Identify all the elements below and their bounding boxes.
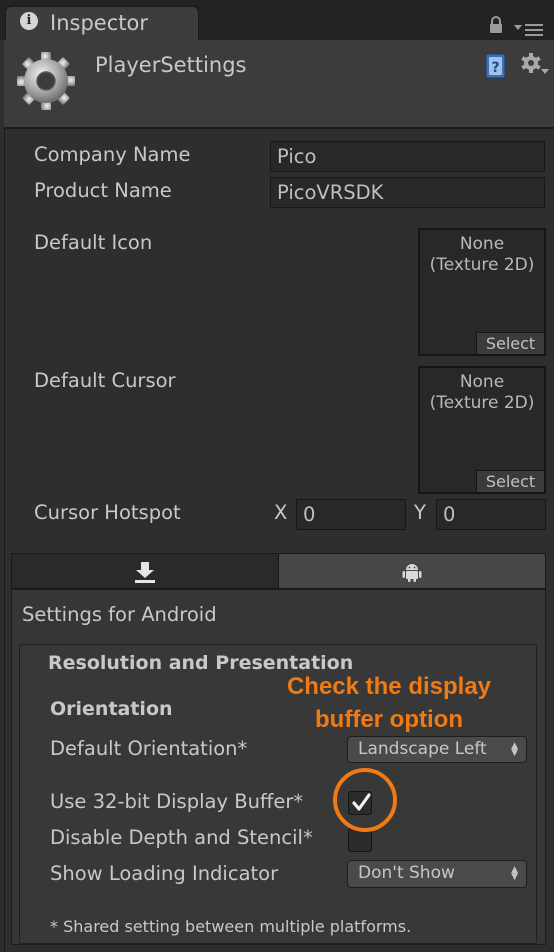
tab-menu-icon[interactable] <box>512 22 544 36</box>
orientation-header: Orientation <box>50 698 173 720</box>
gear-icon <box>17 52 75 110</box>
product-name-field[interactable]: PicoVRSDK <box>270 177 545 208</box>
platform-tab-android[interactable] <box>278 553 546 589</box>
cursor-hotspot-label: Cursor Hotspot <box>34 501 181 524</box>
default-cursor-label: Default Cursor <box>34 369 176 392</box>
default-icon-value-1: None <box>459 234 505 254</box>
disable-depth-stencil-label: Disable Depth and Stencil* <box>50 826 313 849</box>
default-cursor-value-2: (Texture 2D) <box>429 393 535 413</box>
inspector-header <box>4 40 554 129</box>
annotation-circle <box>333 768 397 832</box>
loading-indicator-value: Don't Show <box>358 863 455 883</box>
header-title: PlayerSettings <box>95 53 247 77</box>
hotspot-y-field[interactable]: 0 <box>436 499 546 530</box>
default-icon-field[interactable]: None (Texture 2D) Select <box>418 228 546 356</box>
help-book-icon[interactable]: ? <box>484 53 508 79</box>
hotspot-y-label: Y <box>414 501 426 524</box>
default-cursor-value-1: None <box>459 372 505 392</box>
company-name-field[interactable]: Pico <box>270 141 545 172</box>
dropdown-arrows-icon: ▲ ▼ <box>511 741 518 758</box>
platform-tab-standalone[interactable] <box>11 553 279 589</box>
default-cursor-field[interactable]: None (Texture 2D) Select <box>418 366 546 494</box>
company-name-label: Company Name <box>34 143 191 166</box>
shared-setting-footnote: * Shared setting between multiple platfo… <box>50 917 412 936</box>
lock-icon[interactable] <box>489 16 503 34</box>
default-icon-label: Default Icon <box>34 231 153 254</box>
annotation-line-1: Check the display <box>286 673 492 700</box>
default-orientation-label: Default Orientation* <box>50 737 248 760</box>
svg-text:?: ? <box>491 60 499 76</box>
download-icon <box>135 562 155 583</box>
settings-for-android-title: Settings for Android <box>22 603 217 626</box>
use-32bit-buffer-label: Use 32-bit Display Buffer* <box>50 790 304 813</box>
android-icon <box>402 564 422 582</box>
default-orientation-dropdown[interactable]: Landscape Left ▲ ▼ <box>347 736 527 763</box>
hotspot-x-label: X <box>274 501 288 524</box>
default-icon-value-2: (Texture 2D) <box>429 255 535 275</box>
product-name-label: Product Name <box>34 179 172 202</box>
default-icon-select-button[interactable]: Select <box>476 332 544 354</box>
section-title[interactable]: Resolution and Presentation <box>48 652 353 674</box>
dropdown-arrows-icon: ▲ ▼ <box>511 865 518 882</box>
gear-menu-icon[interactable] <box>520 52 550 78</box>
default-cursor-select-button[interactable]: Select <box>476 470 544 492</box>
loading-indicator-dropdown[interactable]: Don't Show ▲ ▼ <box>347 860 527 888</box>
tab-label: Inspector <box>50 11 148 35</box>
annotation-line-2: buffer option <box>315 706 463 733</box>
info-icon: i <box>20 12 38 30</box>
default-orientation-value: Landscape Left <box>358 739 487 759</box>
hotspot-x-field[interactable]: 0 <box>296 499 406 530</box>
show-loading-indicator-label: Show Loading Indicator <box>50 862 279 885</box>
